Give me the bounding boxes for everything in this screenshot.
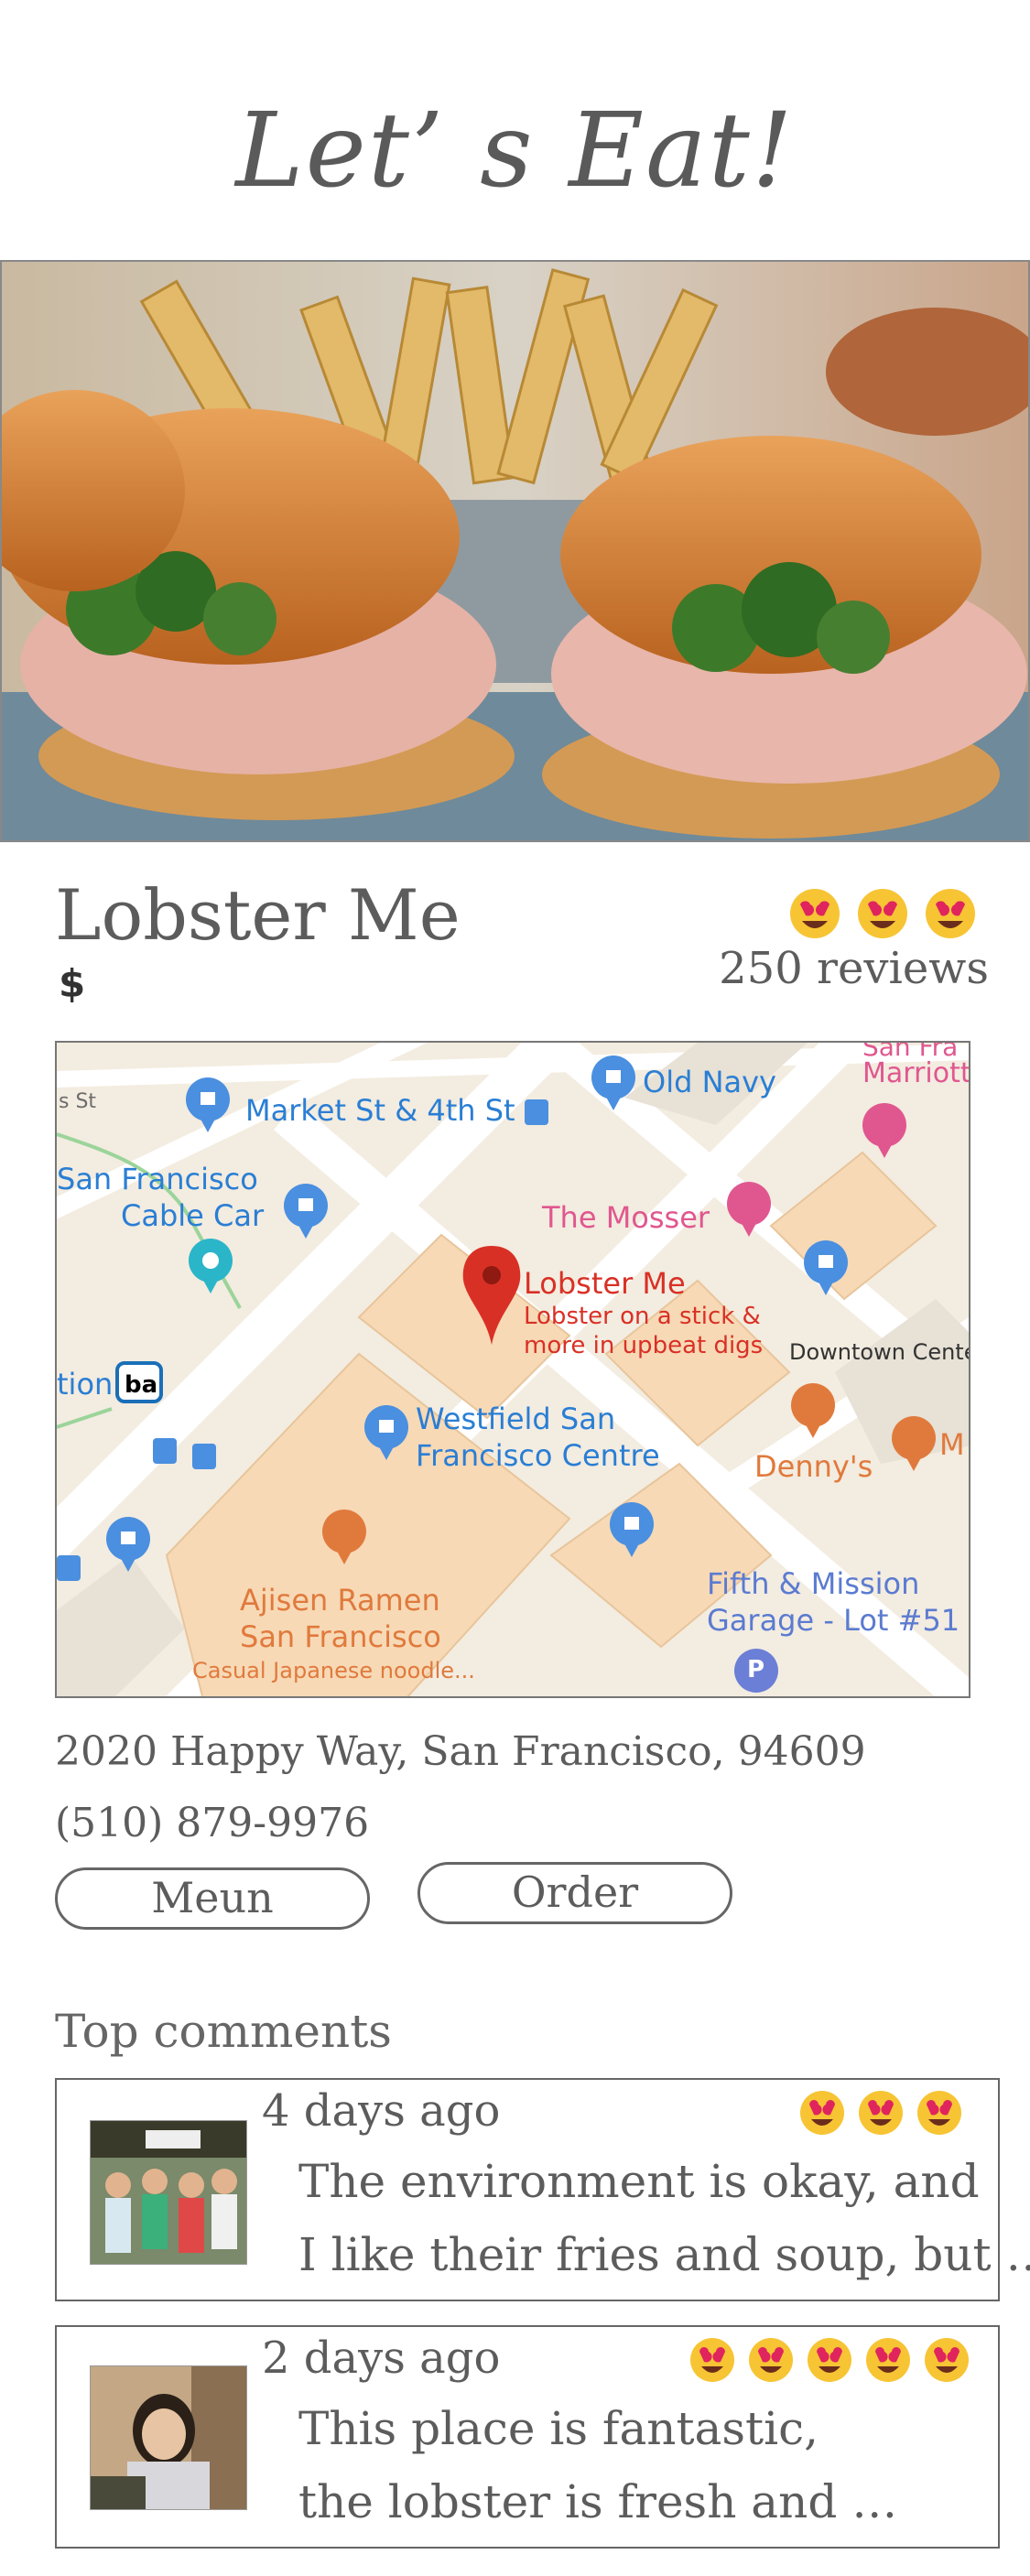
map-label-garage-2: Garage - Lot #51 [707,1603,960,1638]
map-label-pin-title: Lobster Me [524,1266,686,1301]
map-label-old-navy: Old Navy [643,1065,776,1099]
menu-button[interactable]: Meun [55,1867,370,1930]
top-comments-title: Top comments [55,2005,392,2058]
app-title: Let’ s Eat! [235,92,795,211]
comment-text-line: The environment is okay, and [298,2155,980,2208]
heart-eyes-emoji-icon [866,2338,910,2382]
map-label-station: tion [57,1367,114,1402]
avatar [90,2120,247,2265]
map-label-cable-car-2: Cable Car [121,1198,265,1233]
price-level: $ [59,961,86,1006]
comment-time: 2 days ago [262,2332,501,2384]
heart-eyes-emoji-icon [925,2338,969,2382]
hero-food-photo [0,260,1030,842]
map-label-garage-1: Fifth & Mission [707,1566,920,1601]
comment-time: 4 days ago [262,2085,501,2137]
restaurant-address: 2020 Happy Way, San Francisco, 94609 [55,1728,866,1775]
heart-eyes-emoji-icon [858,889,907,938]
comment-rating [688,2334,980,2386]
heart-eyes-emoji-icon [690,2338,734,2382]
restaurant-phone[interactable]: (510) 879-9976 [55,1800,369,1846]
map-label-ajisen-2: San Francisco [240,1619,441,1654]
map-label-ajisen-3: Casual Japanese noodle... [192,1658,475,1683]
comment-rating [798,2087,972,2138]
map-label-ajisen-1: Ajisen Ramen [240,1583,440,1618]
heart-eyes-emoji-icon [808,2338,851,2382]
bart-station-icon: ba [115,1361,163,1403]
heart-eyes-emoji-icon [859,2091,903,2135]
comment-text-line: I like their fries and soup, but … [298,2228,1030,2281]
map-label-parking: P [747,1656,765,1683]
location-map[interactable]: ba s St Market St & 4th St Old Navy San … [55,1041,970,1698]
heart-eyes-emoji-icon [800,2091,844,2135]
comment-text-line: This place is fantastic, [298,2402,819,2455]
order-button[interactable]: Order [417,1862,732,1924]
map-label-dennys: Denny's [754,1449,873,1484]
heart-eyes-emoji-icon [917,2091,961,2135]
svg-text:ba: ba [125,1371,157,1399]
map-label-cable-car-1: San Francisco [57,1162,258,1196]
restaurant-name: Lobster Me [55,874,461,956]
comment-text-line: the lobster is fresh and … [298,2475,898,2528]
heart-eyes-emoji-icon [749,2338,793,2382]
map-label-marriott: Marriott [862,1057,970,1089]
map-label-westfield-2: Francisco Centre [416,1438,660,1473]
map-label-pin-desc-2: more in upbeat digs [524,1332,764,1359]
comment-card[interactable]: 4 days ago The environment is okay, and … [55,2078,1030,2301]
map-label-downtown: Downtown Center [789,1339,970,1365]
map-label-m: M [939,1427,965,1462]
heart-eyes-emoji-icon [926,889,975,938]
map-label-westfield-1: Westfield San [416,1402,616,1436]
review-count[interactable]: 250 reviews [641,943,989,994]
map-label-pin-desc-1: Lobster on a stick & [524,1303,761,1330]
map-label-market-st: Market St & 4th St [245,1093,515,1128]
rating-emojis [787,886,980,941]
avatar [90,2365,247,2510]
map-label-mosser: The Mosser [542,1200,710,1235]
comment-card[interactable]: 2 days ago This place is fantastic, the … [55,2325,1000,2549]
heart-eyes-emoji-icon [790,889,840,938]
map-label-street: s St [59,1090,97,1113]
